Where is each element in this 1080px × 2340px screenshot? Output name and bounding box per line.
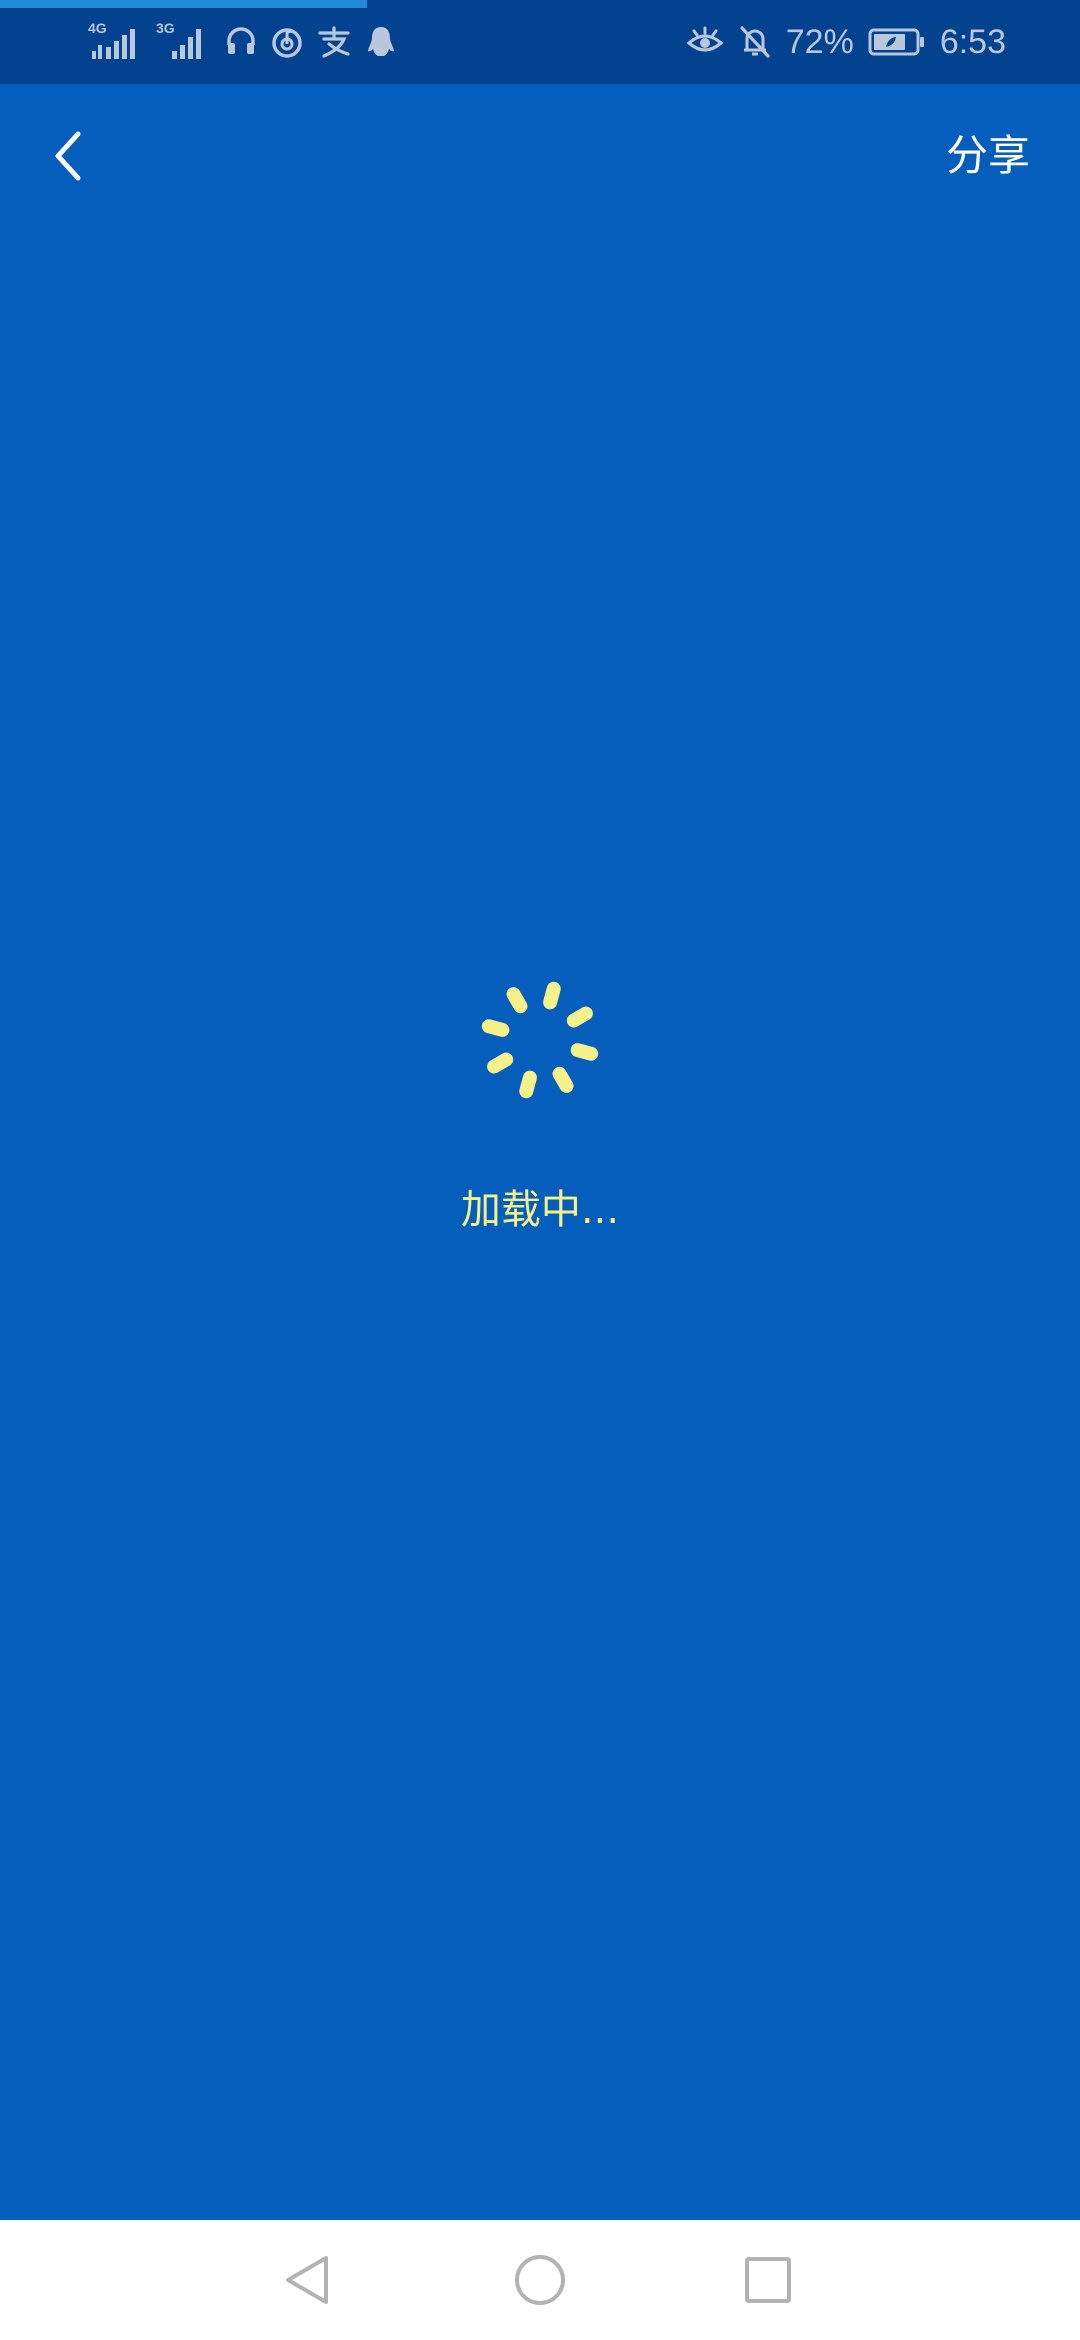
- share-button[interactable]: 分享: [946, 124, 1030, 188]
- 4g-signal-icon: 4G: [88, 21, 144, 63]
- system-nav-bar: [0, 2220, 1080, 2340]
- battery-percent: 72%: [785, 23, 854, 61]
- clock: 6:53: [939, 23, 1006, 61]
- back-button[interactable]: [36, 116, 100, 196]
- app-screen: 4G 3G 72% 6:53 分享 加载中...: [0, 0, 1080, 2340]
- nav-home-button[interactable]: [504, 2244, 576, 2316]
- circle-home-icon: [512, 2252, 568, 2308]
- page-load-progress-bar: [0, 0, 368, 8]
- triangle-back-icon: [280, 2252, 336, 2308]
- chevron-left-icon: [48, 128, 88, 184]
- headset-icon: [224, 25, 258, 59]
- network-type-label-1: 4G: [88, 20, 107, 36]
- netease-music-icon: [270, 25, 304, 59]
- nav-recents-button[interactable]: [732, 2244, 804, 2316]
- battery-icon: [868, 27, 926, 57]
- loading-text: 加载中...: [460, 1187, 620, 1233]
- alipay-icon: [316, 25, 352, 59]
- eye-comfort-icon: [686, 25, 724, 59]
- notifications-muted-icon: [738, 24, 772, 60]
- status-bar-left: 4G 3G: [88, 14, 398, 70]
- loading-spinner-icon: [478, 978, 602, 1102]
- square-recents-icon: [740, 2252, 796, 2308]
- status-bar: 4G 3G 72% 6:53: [0, 0, 1080, 84]
- 3g-signal-icon: 3G: [156, 21, 212, 63]
- network-type-label-2: 3G: [156, 20, 175, 36]
- nav-back-button[interactable]: [272, 2244, 344, 2316]
- status-bar-right: 72% 6:53: [686, 14, 1006, 70]
- qq-icon: [364, 24, 398, 60]
